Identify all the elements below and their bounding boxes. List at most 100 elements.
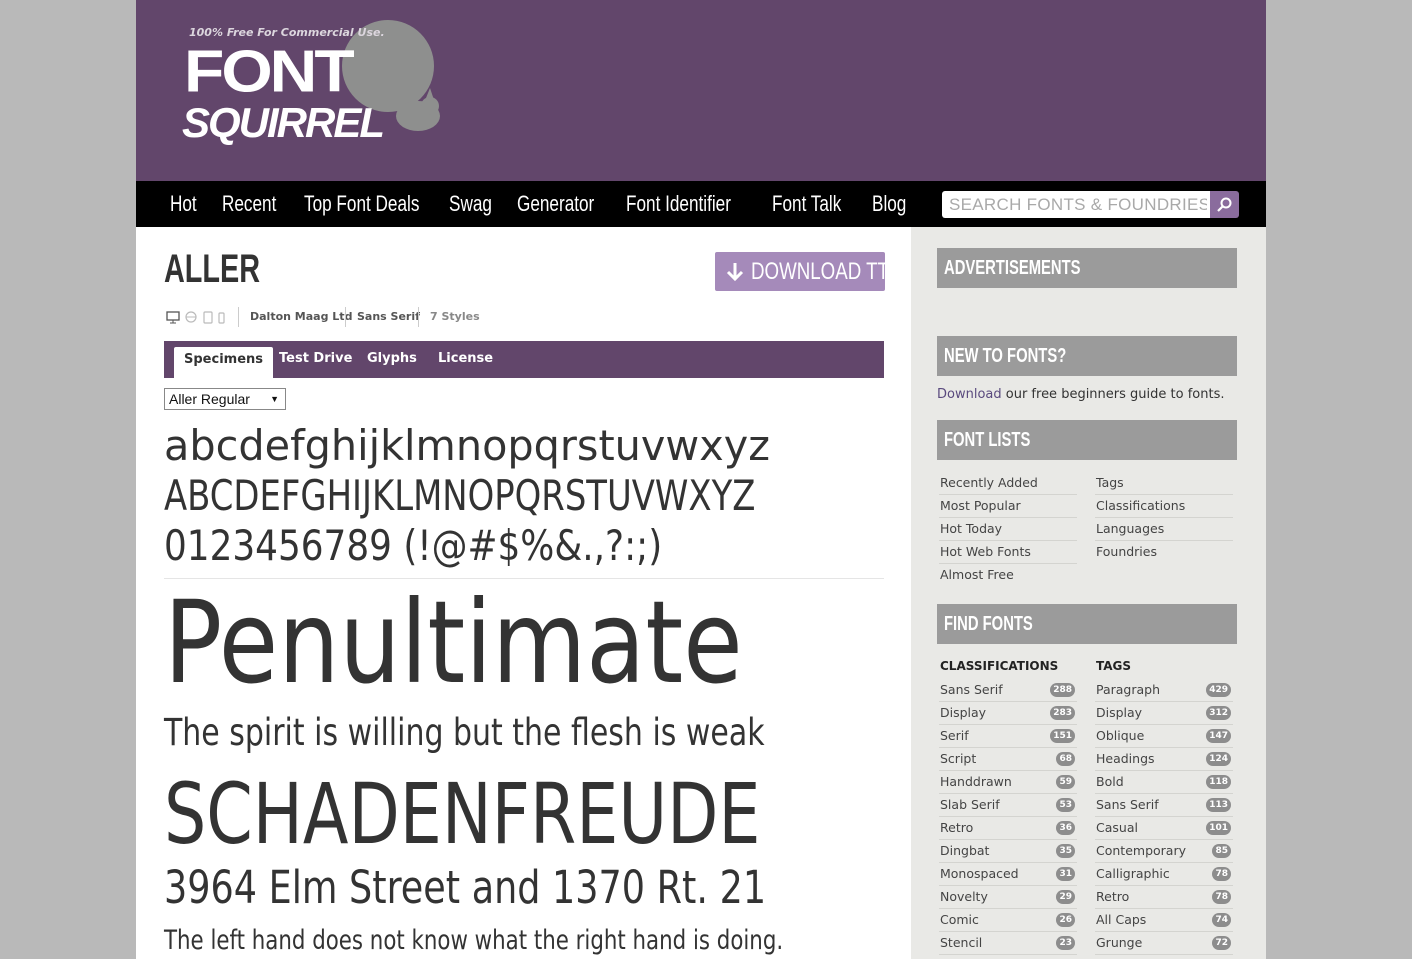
font-list-item[interactable]: Most Popular xyxy=(940,498,1021,513)
specimen-caps: SCHADENFREUDE xyxy=(164,765,761,863)
find-fonts-link[interactable]: Contemporary xyxy=(1096,843,1186,858)
nav-swag[interactable]: Swag xyxy=(449,181,492,227)
tablet-icon xyxy=(203,311,213,324)
list-divider xyxy=(939,885,1077,886)
find-fonts-link[interactable]: Sans Serif xyxy=(1096,797,1159,812)
font-list-item[interactable]: Foundries xyxy=(1096,544,1157,559)
site-header: 100% Free For Commercial Use. FONT SQUIR… xyxy=(136,0,1266,181)
new-to-fonts-heading-text: NEW TO FONTS? xyxy=(944,345,1067,367)
list-divider xyxy=(939,793,1077,794)
list-divider xyxy=(1095,954,1233,955)
tab-glyphs[interactable]: Glyphs xyxy=(367,351,417,378)
find-fonts-heading: FIND FONTS xyxy=(937,604,1237,644)
list-divider xyxy=(939,563,1077,564)
count-badge: 283 xyxy=(1050,706,1075,720)
find-fonts-link[interactable]: Calligraphic xyxy=(1096,866,1170,881)
find-fonts-link[interactable]: Monospaced xyxy=(940,866,1019,881)
find-fonts-link[interactable]: Casual xyxy=(1096,820,1138,835)
list-divider xyxy=(1095,816,1233,817)
list-divider xyxy=(1095,517,1233,518)
font-list-item[interactable]: Classifications xyxy=(1096,498,1185,513)
tags-heading: TAGS xyxy=(1096,659,1132,673)
list-divider xyxy=(939,816,1077,817)
specimen-lowercase: abcdefghijklmnopqrstuvwxyz xyxy=(164,421,770,470)
font-list-item[interactable]: Almost Free xyxy=(940,567,1014,582)
tab-test-drive[interactable]: Test Drive xyxy=(279,351,352,378)
search-input[interactable] xyxy=(942,191,1207,218)
specimen-sentence: The spirit is willing but the flesh is w… xyxy=(164,711,765,754)
count-badge: 151 xyxy=(1050,729,1075,743)
download-guide-link[interactable]: Download xyxy=(937,387,1002,402)
find-fonts-link[interactable]: Script xyxy=(940,751,976,766)
count-badge: 113 xyxy=(1206,798,1231,812)
nav-recent[interactable]: Recent xyxy=(222,181,276,227)
count-badge: 118 xyxy=(1206,775,1231,789)
nav-blog[interactable]: Blog xyxy=(872,181,906,227)
find-fonts-link[interactable]: Slab Serif xyxy=(940,797,1000,812)
ads-heading: ADVERTISEMENTS xyxy=(937,248,1237,288)
download-arrow-icon xyxy=(726,263,744,282)
font-list-item[interactable]: Hot Today xyxy=(940,521,1002,536)
meta-divider xyxy=(345,307,346,327)
find-fonts-link[interactable]: Stencil xyxy=(940,935,982,950)
font-meta: Dalton Maag Ltd Sans Serif 7 Styles xyxy=(164,307,564,327)
find-fonts-link[interactable]: Handdrawn xyxy=(940,774,1012,789)
font-list-item[interactable]: Languages xyxy=(1096,521,1164,536)
count-badge: 26 xyxy=(1056,913,1075,927)
find-fonts-link[interactable]: Retro xyxy=(940,820,973,835)
font-squirrel-logo[interactable]: 100% Free For Commercial Use. FONT SQUIR… xyxy=(180,8,440,148)
list-divider xyxy=(939,862,1077,863)
classification-link[interactable]: Sans Serif xyxy=(357,307,420,327)
find-fonts-link[interactable]: Grunge xyxy=(1096,935,1142,950)
font-list-item[interactable]: Tags xyxy=(1096,475,1124,490)
nav-top-font-deals[interactable]: Top Font Deals xyxy=(304,181,419,227)
foundry-link[interactable]: Dalton Maag Ltd xyxy=(250,307,352,327)
list-divider xyxy=(1095,540,1233,541)
find-fonts-link[interactable]: Comic xyxy=(940,912,979,927)
list-divider xyxy=(1095,494,1233,495)
nav-font-talk[interactable]: Font Talk xyxy=(772,181,841,227)
sidebar: ADVERTISEMENTS NEW TO FONTS? Download ou… xyxy=(911,227,1266,959)
nav-hot[interactable]: Hot xyxy=(170,181,197,227)
tab-specimens[interactable]: Specimens xyxy=(174,347,274,378)
find-fonts-link[interactable]: Paragraph xyxy=(1096,682,1160,697)
find-fonts-link[interactable]: Novelty xyxy=(940,889,988,904)
count-badge: 36 xyxy=(1056,821,1075,835)
list-divider xyxy=(939,908,1077,909)
font-lists-heading: FONT LISTS xyxy=(937,420,1237,460)
desktop-icon xyxy=(166,311,180,324)
download-ttf-button[interactable]: DOWNLOAD TTF xyxy=(715,252,900,291)
ads-heading-text: ADVERTISEMENTS xyxy=(944,257,1081,279)
find-fonts-link[interactable]: All Caps xyxy=(1096,912,1146,927)
count-badge: 74 xyxy=(1212,913,1231,927)
platform-icons xyxy=(166,311,225,324)
list-divider xyxy=(1095,747,1233,748)
find-fonts-link[interactable]: Retro xyxy=(1096,889,1129,904)
find-fonts-link[interactable]: Bold xyxy=(1096,774,1124,789)
specimen-large-word: Penultimate xyxy=(164,576,743,709)
count-badge: 72 xyxy=(1212,936,1231,950)
find-fonts-link[interactable]: Dingbat xyxy=(940,843,989,858)
list-divider xyxy=(939,724,1077,725)
count-badge: 147 xyxy=(1206,729,1231,743)
list-divider xyxy=(1095,908,1233,909)
count-badge: 29 xyxy=(1056,890,1075,904)
find-fonts-link[interactable]: Headings xyxy=(1096,751,1155,766)
tab-license[interactable]: License xyxy=(438,351,493,378)
font-tabs: Specimens Test Drive Glyphs License xyxy=(164,341,884,378)
nav-generator[interactable]: Generator xyxy=(517,181,594,227)
find-fonts-link[interactable]: Serif xyxy=(940,728,969,743)
style-select[interactable]: Aller Regular ▼ xyxy=(164,388,286,410)
search-box xyxy=(942,191,1210,218)
list-divider xyxy=(1095,862,1233,863)
find-fonts-link[interactable]: Display xyxy=(940,705,986,720)
font-list-item[interactable]: Recently Added xyxy=(940,475,1038,490)
specimen-numbers: 0123456789 (!@#$%&.,?:;) xyxy=(164,521,663,570)
find-fonts-link[interactable]: Display xyxy=(1096,705,1142,720)
font-list-item[interactable]: Hot Web Fonts xyxy=(940,544,1031,559)
nav-font-identifier[interactable]: Font Identifier xyxy=(626,181,731,227)
search-button[interactable] xyxy=(1210,191,1239,218)
find-fonts-link[interactable]: Sans Serif xyxy=(940,682,1003,697)
find-fonts-link[interactable]: Oblique xyxy=(1096,728,1144,743)
main-nav: Hot Recent Top Font Deals Swag Generator… xyxy=(136,181,1266,227)
